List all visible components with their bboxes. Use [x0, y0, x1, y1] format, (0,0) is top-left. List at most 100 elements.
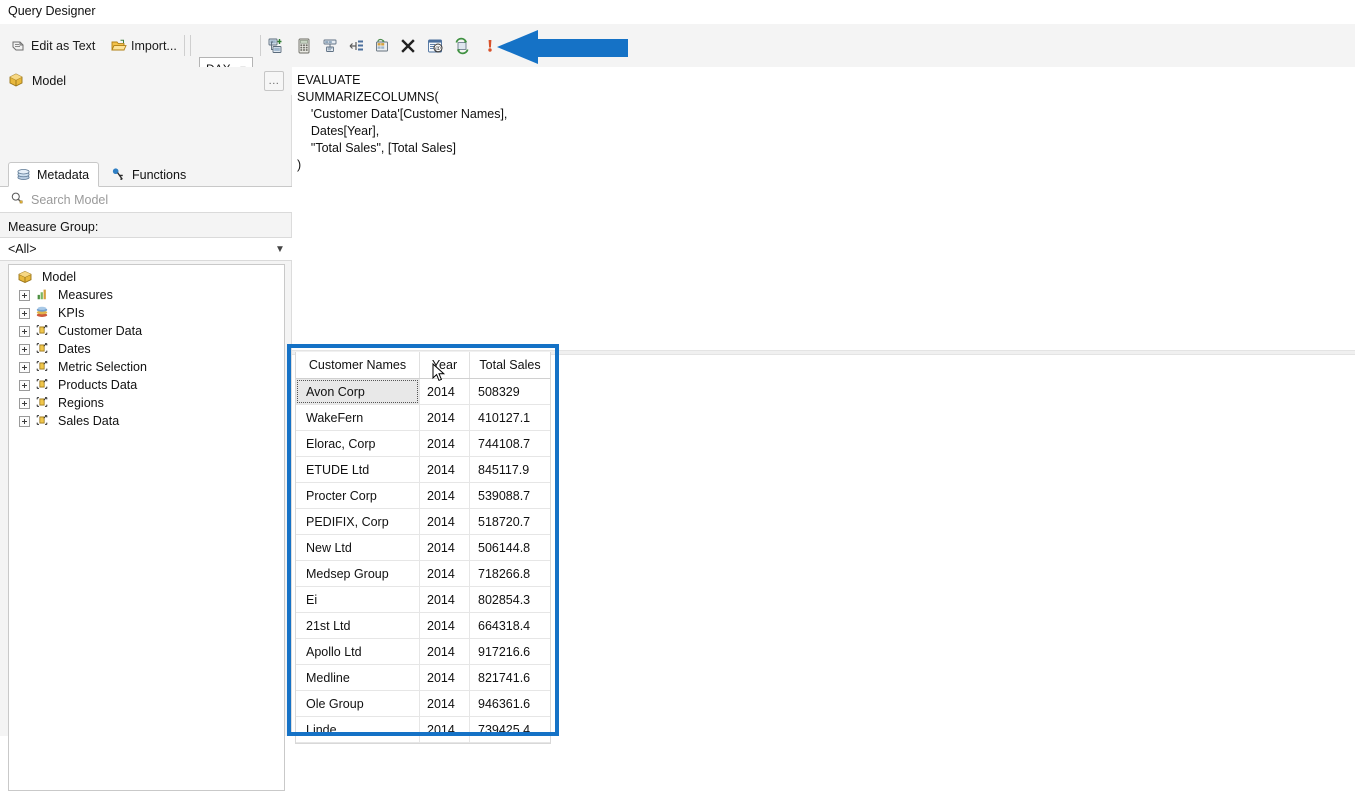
cell-customer-name[interactable]: Medsep Group: [296, 561, 419, 586]
table-row[interactable]: PEDIFIX, Corp 2014 518720.7: [296, 509, 550, 535]
edit-as-text-button[interactable]: Edit as Text: [8, 34, 98, 58]
cell-customer-name[interactable]: Ole Group: [296, 691, 419, 716]
table-row[interactable]: 21st Ltd 2014 664318.4: [296, 613, 550, 639]
refresh-fields-icon[interactable]: [451, 35, 473, 57]
cell-total-sales[interactable]: 744108.7: [469, 431, 550, 456]
tree-item-customer-data[interactable]: Customer Data: [9, 322, 284, 340]
table-row[interactable]: Apollo Ltd 2014 917216.6: [296, 639, 550, 665]
cell-year[interactable]: 2014: [419, 379, 469, 404]
cell-year[interactable]: 2014: [419, 691, 469, 716]
cell-year[interactable]: 2014: [419, 535, 469, 560]
table-row[interactable]: Linde 2014 739425.4: [296, 717, 550, 743]
cell-year[interactable]: 2014: [419, 509, 469, 534]
query-editor[interactable]: EVALUATE SUMMARIZECOLUMNS( 'Customer Dat…: [292, 67, 1355, 350]
cell-year[interactable]: 2014: [419, 639, 469, 664]
metadata-tree[interactable]: Model Measures KPIs Customer Data Dates …: [8, 264, 285, 791]
query-parameters-icon[interactable]: @: [424, 35, 446, 57]
column-header-year[interactable]: Year: [419, 352, 469, 378]
cell-customer-name[interactable]: Elorac, Corp: [296, 431, 419, 456]
cell-customer-name[interactable]: Medline: [296, 665, 419, 690]
table-row[interactable]: Ole Group 2014 946361.6: [296, 691, 550, 717]
cell-year[interactable]: 2014: [419, 431, 469, 456]
measure-group-select[interactable]: <All> ▼: [0, 237, 292, 261]
table-row[interactable]: New Ltd 2014 506144.8: [296, 535, 550, 561]
tree-item-kpis[interactable]: KPIs: [9, 304, 284, 322]
expander-icon[interactable]: [19, 379, 30, 391]
table-row[interactable]: Ei 2014 802854.3: [296, 587, 550, 613]
cell-total-sales[interactable]: 821741.6: [469, 665, 550, 690]
query-text[interactable]: EVALUATE SUMMARIZECOLUMNS( 'Customer Dat…: [297, 72, 507, 174]
auto-execute-icon[interactable]: [371, 35, 393, 57]
add-dataset-icon[interactable]: [265, 35, 287, 57]
expander-icon[interactable]: [19, 307, 30, 319]
cell-total-sales[interactable]: 845117.9: [469, 457, 550, 482]
cell-year[interactable]: 2014: [419, 457, 469, 482]
cell-customer-name[interactable]: Avon Corp: [296, 379, 419, 404]
tab-metadata[interactable]: Metadata: [8, 162, 100, 187]
cell-customer-name[interactable]: PEDIFIX, Corp: [296, 509, 419, 534]
expander-icon[interactable]: [19, 415, 30, 427]
cell-customer-name[interactable]: Apollo Ltd: [296, 639, 419, 664]
cell-year[interactable]: 2014: [419, 561, 469, 586]
tree-item-products-data[interactable]: Products Data: [9, 376, 284, 394]
import-button[interactable]: Import...: [108, 34, 180, 58]
cell-year[interactable]: 2014: [419, 587, 469, 612]
cell-customer-name[interactable]: WakeFern: [296, 405, 419, 430]
delete-x-icon[interactable]: [397, 35, 419, 57]
cell-total-sales[interactable]: 518720.7: [469, 509, 550, 534]
cell-customer-name[interactable]: Linde: [296, 717, 419, 742]
cell-customer-name[interactable]: 21st Ltd: [296, 613, 419, 638]
search-model-input[interactable]: Search Model: [0, 187, 292, 213]
cell-total-sales[interactable]: 539088.7: [469, 483, 550, 508]
cell-year[interactable]: 2014: [419, 483, 469, 508]
exclamation-run-icon[interactable]: [479, 35, 501, 57]
tree-item-metric-selection[interactable]: Metric Selection: [9, 358, 284, 376]
cell-total-sales[interactable]: 410127.1: [469, 405, 550, 430]
tree-item-sales-data[interactable]: Sales Data: [9, 412, 284, 430]
table-row[interactable]: Procter Corp 2014 539088.7: [296, 483, 550, 509]
cell-year[interactable]: 2014: [419, 665, 469, 690]
expander-icon[interactable]: [19, 343, 30, 355]
cell-year[interactable]: 2014: [419, 405, 469, 430]
calculator-icon[interactable]: [293, 35, 315, 57]
show-aggregations-icon[interactable]: [346, 35, 368, 57]
table-row[interactable]: Medline 2014 821741.6: [296, 665, 550, 691]
cell-total-sales[interactable]: 802854.3: [469, 587, 550, 612]
model-options-button[interactable]: ...: [264, 71, 284, 91]
table-row[interactable]: Elorac, Corp 2014 744108.7: [296, 431, 550, 457]
tab-functions[interactable]: Functions: [104, 162, 195, 187]
cell-total-sales[interactable]: 664318.4: [469, 613, 550, 638]
cell-total-sales[interactable]: 739425.4: [469, 717, 550, 742]
tab-metadata-label: Metadata: [37, 167, 90, 182]
expander-icon[interactable]: [19, 289, 30, 301]
table-row[interactable]: Avon Corp 2014 508329: [296, 379, 550, 405]
table-icon: [35, 395, 51, 411]
cell-customer-name[interactable]: Ei: [296, 587, 419, 612]
expander-icon[interactable]: [19, 325, 30, 337]
cell-year[interactable]: 2014: [419, 717, 469, 742]
cell-customer-name[interactable]: New Ltd: [296, 535, 419, 560]
cell-customer-name[interactable]: ETUDE Ltd: [296, 457, 419, 482]
expander-icon[interactable]: [19, 361, 30, 373]
design-mode-icon[interactable]: [504, 35, 526, 57]
cell-total-sales[interactable]: 917216.6: [469, 639, 550, 664]
cell-customer-name[interactable]: Procter Corp: [296, 483, 419, 508]
tree-root-model[interactable]: Model: [9, 268, 284, 286]
column-header-customer-names[interactable]: Customer Names: [296, 352, 419, 378]
cell-total-sales[interactable]: 508329: [469, 379, 550, 404]
expander-icon[interactable]: [19, 397, 30, 409]
toolbar: Edit as Text Import... DAX ▼: [0, 24, 1355, 80]
cell-total-sales[interactable]: 946361.6: [469, 691, 550, 716]
cell-total-sales[interactable]: 718266.8: [469, 561, 550, 586]
table-row[interactable]: WakeFern 2014 410127.1: [296, 405, 550, 431]
tree-item-measures[interactable]: Measures: [9, 286, 284, 304]
table-row[interactable]: Medsep Group 2014 718266.8: [296, 561, 550, 587]
table-row[interactable]: ETUDE Ltd 2014 845117.9: [296, 457, 550, 483]
column-header-total-sales[interactable]: Total Sales: [469, 352, 550, 378]
add-calculated-member-icon[interactable]: [319, 35, 341, 57]
results-grid[interactable]: Customer Names Year Total Sales Avon Cor…: [295, 352, 551, 744]
cell-total-sales[interactable]: 506144.8: [469, 535, 550, 560]
tree-item-regions[interactable]: Regions: [9, 394, 284, 412]
tree-item-dates[interactable]: Dates: [9, 340, 284, 358]
cell-year[interactable]: 2014: [419, 613, 469, 638]
